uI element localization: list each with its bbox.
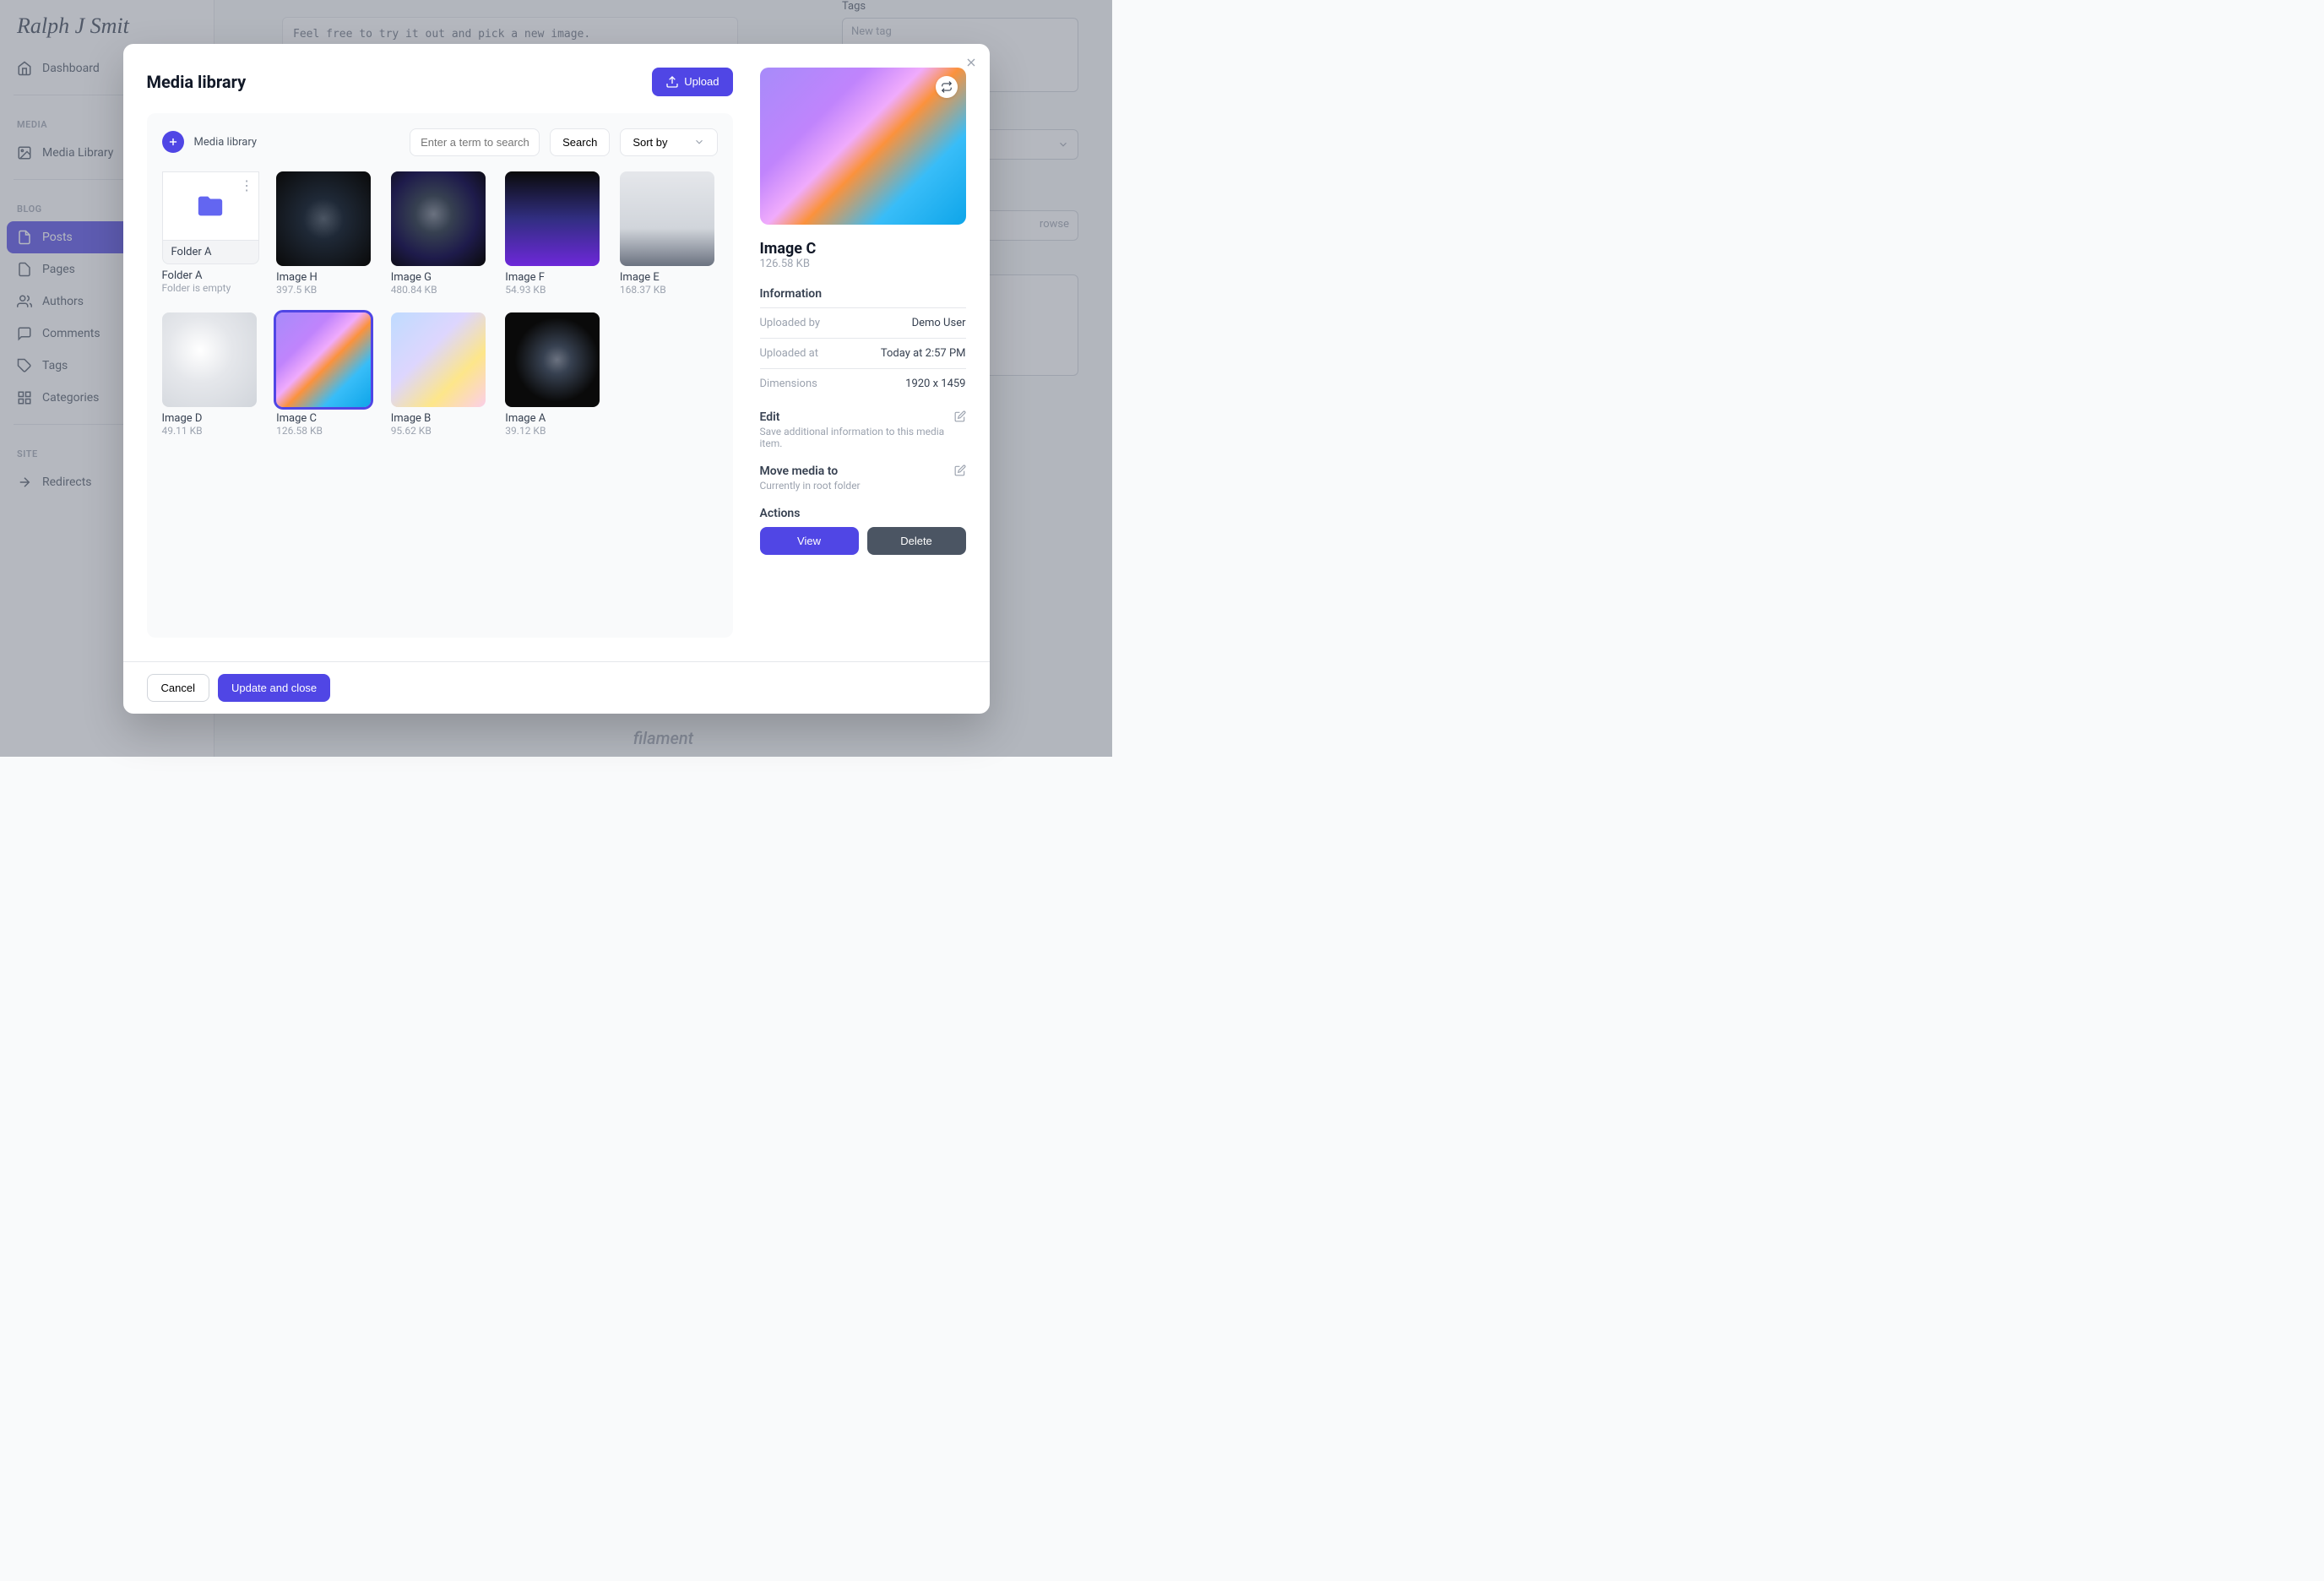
item-label: Image D	[162, 412, 260, 425]
actions-row: View Delete	[760, 527, 966, 555]
more-button[interactable]: ⋮	[240, 177, 253, 193]
sort-button[interactable]: Sort by	[620, 128, 717, 156]
item-meta: 54.93 KB	[505, 284, 603, 296]
search-button[interactable]: Search	[550, 128, 610, 156]
grid-item-image-f[interactable]: Image F 54.93 KB	[505, 171, 603, 296]
upload-icon	[665, 75, 679, 89]
actions-heading: Actions	[760, 507, 966, 520]
edit-section: Edit Save additional information to this…	[760, 399, 966, 453]
info-row-dimensions: Dimensions 1920 x 1459	[760, 368, 966, 399]
edit-title: Edit	[760, 410, 954, 424]
upload-label: Upload	[684, 75, 719, 88]
media-grid: ⋮ Folder A Folder A Folder is empty Imag…	[162, 171, 718, 437]
item-meta: 480.84 KB	[391, 284, 489, 296]
move-desc: Currently in root folder	[760, 480, 861, 492]
item-label: Image G	[391, 271, 489, 284]
detail-title: Image C	[760, 240, 966, 258]
thumbnail	[620, 171, 714, 266]
folder-name-input[interactable]: Folder A	[162, 241, 260, 264]
view-button[interactable]: View	[760, 527, 859, 555]
grid-item-image-d[interactable]: Image D 49.11 KB	[162, 312, 260, 437]
browser-toolbar: Media library Search Sort by	[162, 128, 718, 156]
pencil-icon	[954, 465, 966, 476]
item-meta: Folder is empty	[162, 282, 260, 294]
swap-button[interactable]	[936, 76, 958, 98]
delete-button[interactable]: Delete	[867, 527, 966, 555]
info-heading: Information	[760, 287, 966, 301]
breadcrumb[interactable]: Media library	[194, 136, 400, 149]
pencil-icon	[954, 410, 966, 422]
move-button[interactable]	[954, 465, 966, 476]
grid-item-image-a[interactable]: Image A 39.12 KB	[505, 312, 603, 437]
folder-icon	[196, 192, 225, 220]
grid-item-image-e[interactable]: Image E 168.37 KB	[620, 171, 718, 296]
info-label: Dimensions	[760, 378, 817, 390]
grid-item-image-c[interactable]: Image C 126.58 KB	[276, 312, 374, 437]
modal-left: Media library Upload Media library Searc…	[147, 68, 733, 638]
item-label: Image A	[505, 412, 603, 425]
item-label: Image H	[276, 271, 374, 284]
info-row-uploaded-by: Uploaded by Demo User	[760, 307, 966, 338]
close-button[interactable]	[964, 56, 978, 69]
browser-panel: Media library Search Sort by	[147, 113, 733, 638]
thumbnail	[391, 171, 486, 266]
modal-overlay[interactable]: Media library Upload Media library Searc…	[0, 0, 1112, 757]
search-input[interactable]	[410, 128, 540, 156]
thumbnail	[162, 312, 257, 407]
folder-thumb: ⋮	[162, 171, 260, 241]
item-meta: 126.58 KB	[276, 425, 374, 437]
item-meta: 397.5 KB	[276, 284, 374, 296]
info-row-uploaded-at: Uploaded at Today at 2:57 PM	[760, 338, 966, 368]
item-meta: 168.37 KB	[620, 284, 718, 296]
thumbnail	[276, 171, 371, 266]
add-button[interactable]	[162, 131, 184, 153]
update-button[interactable]: Update and close	[218, 674, 330, 702]
item-label: Image C	[276, 412, 374, 425]
modal-header: Media library Upload	[147, 68, 733, 96]
item-label: Image B	[391, 412, 489, 425]
item-label: Image F	[505, 271, 603, 284]
preview-image	[760, 68, 966, 225]
info-value: Today at 2:57 PM	[881, 347, 966, 360]
chevron-down-icon	[693, 136, 705, 148]
cancel-button[interactable]: Cancel	[147, 674, 209, 702]
plus-icon	[167, 136, 179, 148]
detail-size: 126.58 KB	[760, 258, 966, 270]
grid-item-folder-a[interactable]: ⋮ Folder A Folder A Folder is empty	[162, 171, 260, 296]
item-meta: 95.62 KB	[391, 425, 489, 437]
modal-title: Media library	[147, 72, 247, 92]
thumbnail	[505, 171, 600, 266]
info-label: Uploaded by	[760, 317, 821, 329]
edit-desc: Save additional information to this medi…	[760, 426, 954, 449]
details-panel: Image C 126.58 KB Information Uploaded b…	[760, 68, 966, 638]
move-title: Move media to	[760, 465, 861, 478]
item-label: Image E	[620, 271, 718, 284]
item-label: Folder A	[162, 269, 260, 282]
sort-label: Sort by	[633, 136, 667, 149]
close-icon	[964, 56, 978, 69]
thumbnail	[505, 312, 600, 407]
media-library-modal: Media library Upload Media library Searc…	[123, 44, 990, 714]
modal-footer: Cancel Update and close	[123, 661, 990, 714]
edit-button[interactable]	[954, 410, 966, 422]
info-label: Uploaded at	[760, 347, 818, 360]
grid-item-image-h[interactable]: Image H 397.5 KB	[276, 171, 374, 296]
grid-item-image-b[interactable]: Image B 95.62 KB	[391, 312, 489, 437]
item-meta: 39.12 KB	[505, 425, 603, 437]
info-value: Demo User	[912, 317, 966, 329]
thumbnail	[391, 312, 486, 407]
swap-icon	[941, 81, 953, 93]
move-section: Move media to Currently in root folder	[760, 453, 966, 495]
info-value: 1920 x 1459	[905, 378, 965, 390]
thumbnail-selected	[276, 312, 371, 407]
upload-button[interactable]: Upload	[652, 68, 732, 96]
grid-item-image-g[interactable]: Image G 480.84 KB	[391, 171, 489, 296]
item-meta: 49.11 KB	[162, 425, 260, 437]
